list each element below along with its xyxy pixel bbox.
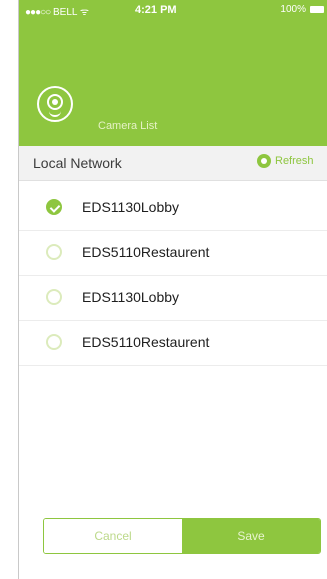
section-title: Local Network (33, 155, 122, 171)
camera-list: EDS1130Lobby EDS5110Restaurent EDS1130Lo… (19, 186, 327, 366)
list-item[interactable]: EDS5110Restaurent (19, 321, 327, 366)
header: ●●●○○ BELL ᯤ 4:21 PM 100% Camera List (19, 0, 327, 146)
signal-icon: ●●●○○ (25, 7, 51, 18)
camera-lens (47, 94, 63, 110)
footer-buttons: Cancel Save (43, 518, 321, 554)
status-bar: ●●●○○ BELL ᯤ 4:21 PM 100% (19, 0, 327, 20)
list-item[interactable]: EDS5110Restaurent (19, 231, 327, 276)
refresh-label: Refresh (275, 155, 314, 167)
section-header: Local Network Refresh (19, 146, 327, 181)
radio-icon[interactable] (46, 289, 62, 305)
radio-icon[interactable] (46, 244, 62, 260)
refresh-icon (257, 154, 271, 168)
camera-name: EDS1130Lobby (82, 199, 180, 215)
page-title: Camera List (98, 120, 158, 132)
save-button[interactable]: Save (182, 519, 320, 553)
radio-checked-icon[interactable] (46, 199, 62, 215)
camera-icon (37, 86, 73, 122)
app-frame: ●●●○○ BELL ᯤ 4:21 PM 100% Camera List Lo… (18, 0, 327, 579)
battery-indicator: 100% (280, 4, 324, 15)
radio-icon[interactable] (46, 334, 62, 350)
battery-percent: 100% (280, 4, 306, 15)
list-item[interactable]: EDS1130Lobby (19, 186, 327, 231)
camera-name: EDS5110Restaurent (82, 244, 210, 260)
carrier-indicator: ●●●○○ BELL ᯤ (25, 4, 89, 18)
camera-stand (49, 111, 61, 117)
carrier-name: BELL (52, 7, 78, 18)
status-time: 4:21 PM (135, 4, 177, 16)
battery-icon (310, 6, 324, 13)
cancel-button[interactable]: Cancel (44, 519, 182, 553)
refresh-button[interactable]: Refresh (257, 154, 314, 168)
list-item[interactable]: EDS1130Lobby (19, 276, 327, 321)
wifi-icon: ᯤ (79, 7, 89, 18)
camera-name: EDS5110Restaurent (82, 334, 210, 350)
camera-name: EDS1130Lobby (82, 289, 180, 305)
